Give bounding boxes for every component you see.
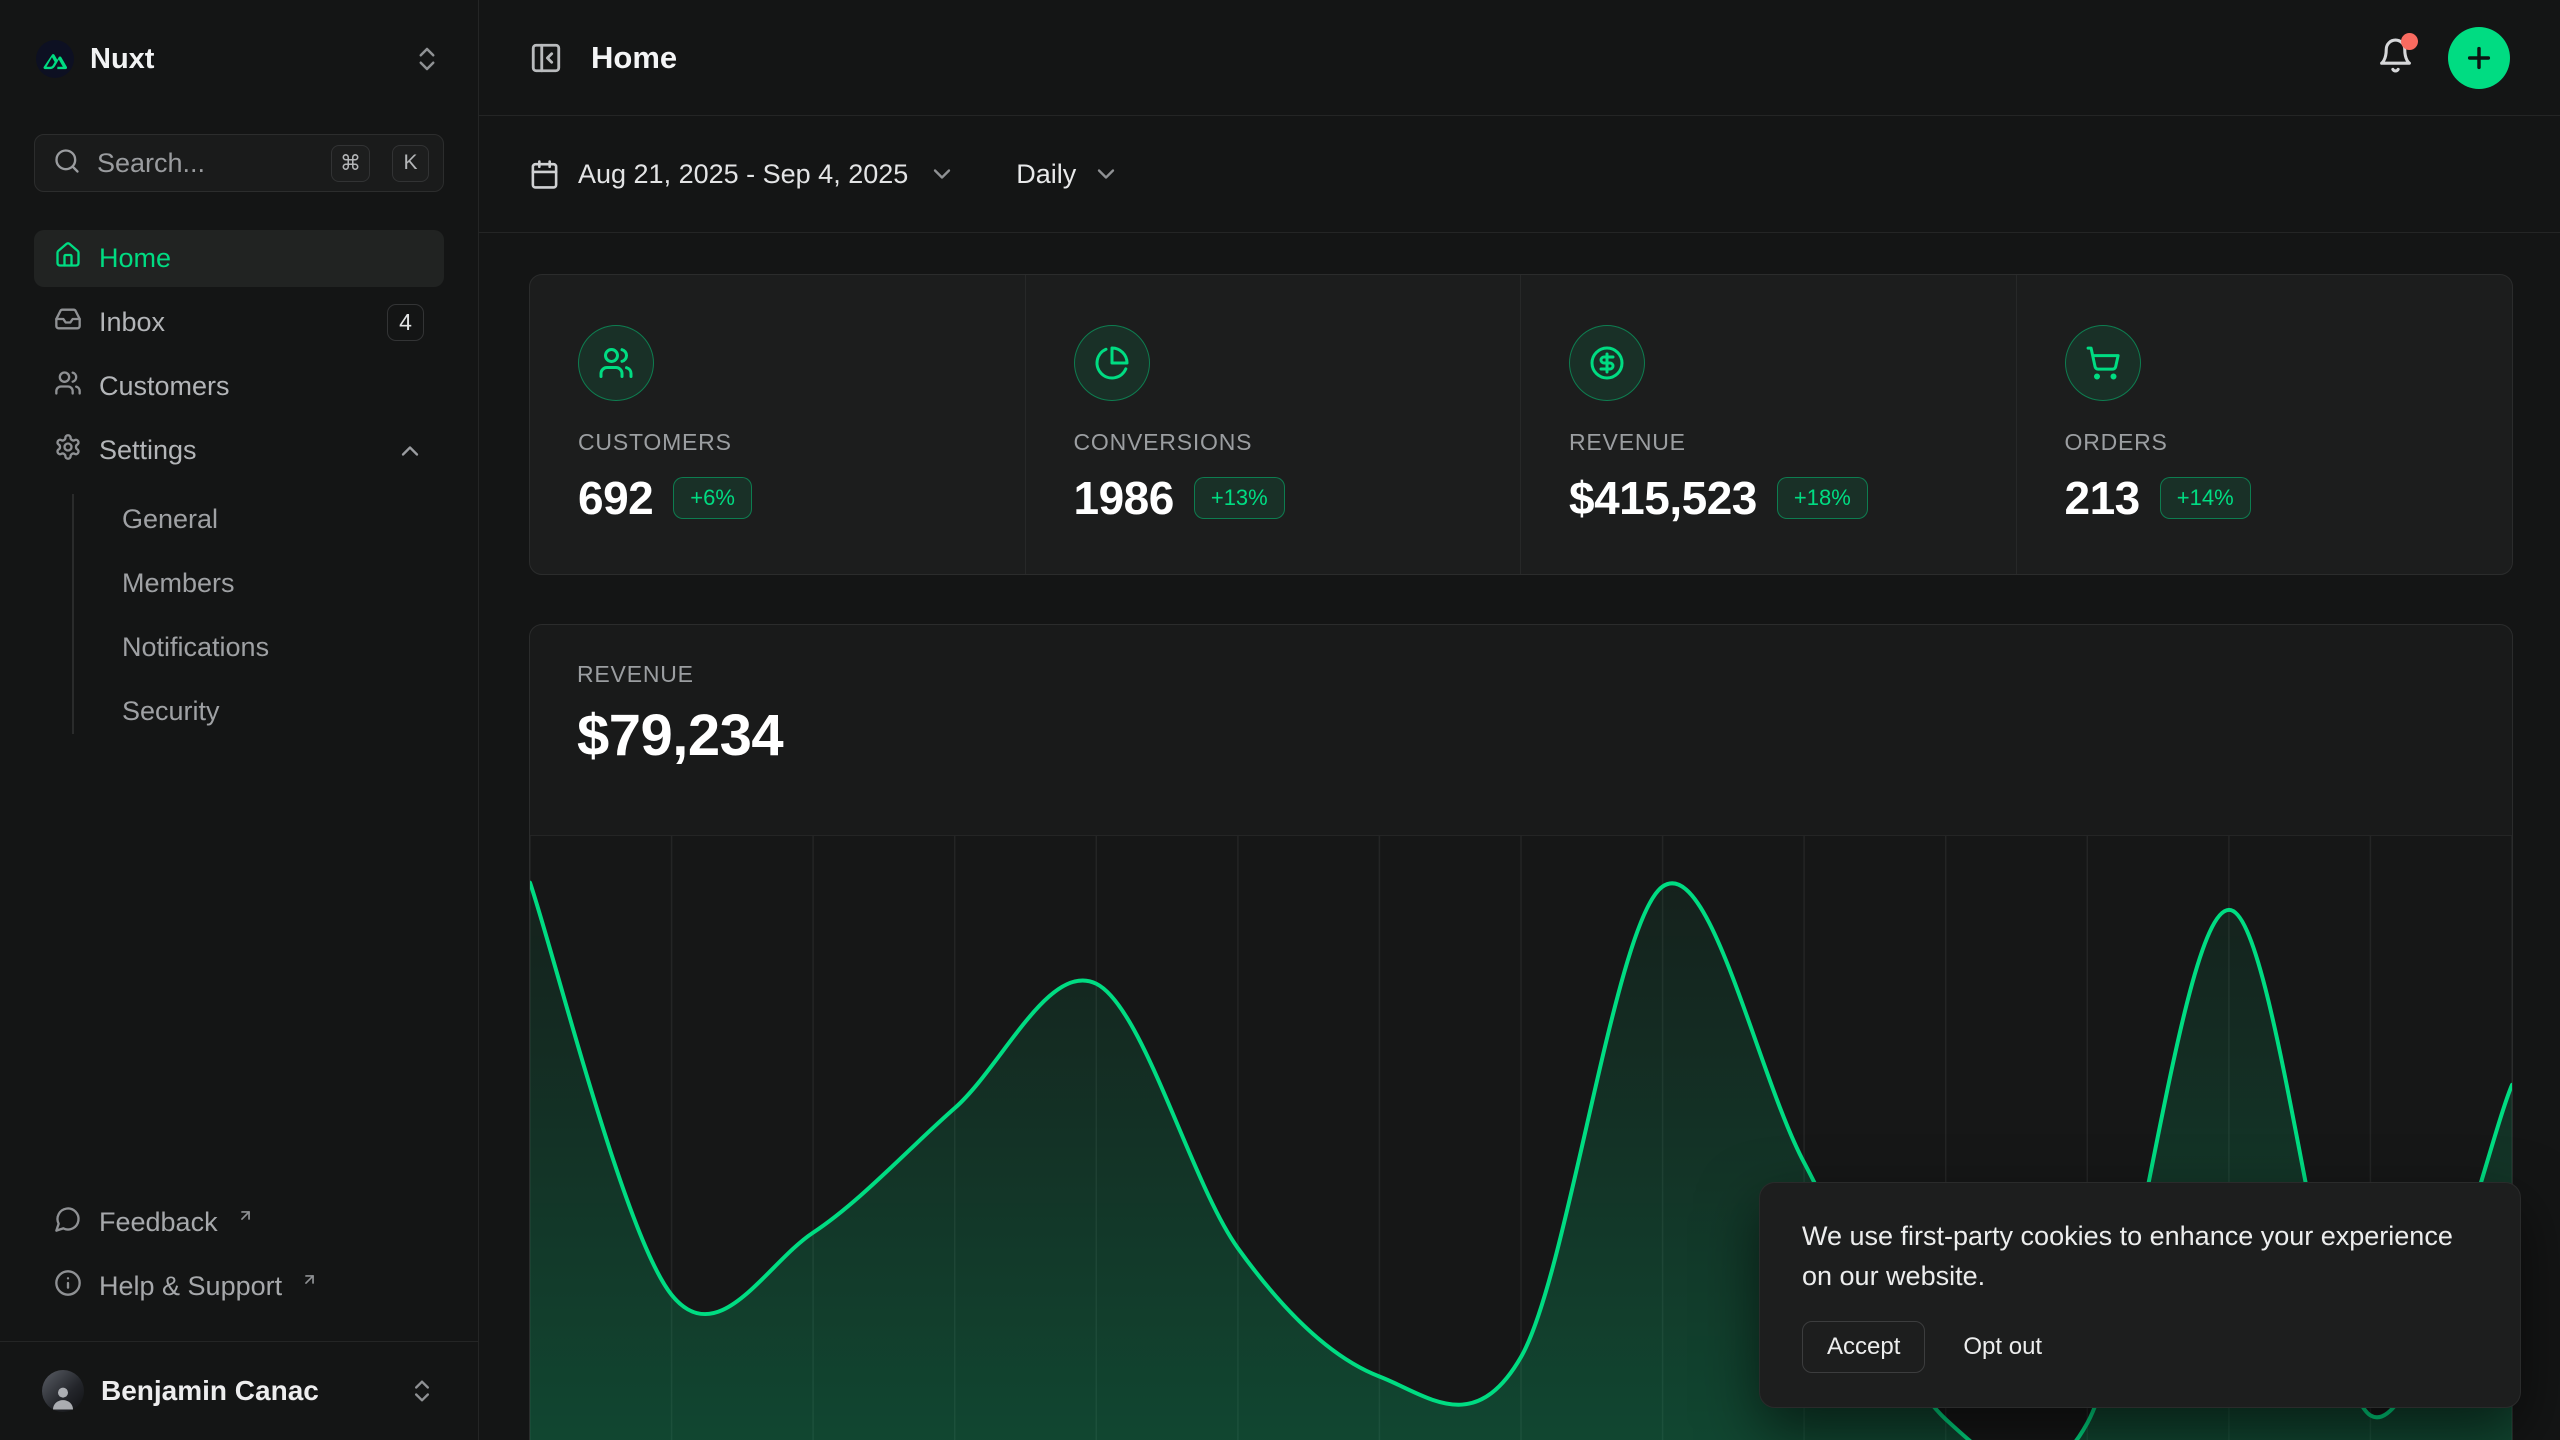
search-box[interactable]: ⌘ K xyxy=(34,134,444,192)
chevron-down-icon xyxy=(1092,160,1120,188)
chevron-up-icon xyxy=(396,437,424,465)
users-icon xyxy=(54,369,82,404)
sidebar-top: Nuxt ⌘ K Home Inbo xyxy=(0,0,478,740)
stat-delta-badge: +14% xyxy=(2160,477,2251,519)
sidebar-item-home[interactable]: Home xyxy=(34,230,444,287)
gear-icon xyxy=(54,433,82,468)
chevrons-up-down-icon xyxy=(412,44,442,74)
sidebar: Nuxt ⌘ K Home Inbo xyxy=(0,0,479,1440)
plus-icon xyxy=(2463,42,2495,74)
external-link-icon xyxy=(237,1200,254,1231)
stats-card-row: CUSTOMERS 692 +6% CONVERSIONS 1986 +13% xyxy=(529,274,2513,575)
help-support-link[interactable]: Help & Support xyxy=(34,1257,444,1315)
kbd-cmd: ⌘ xyxy=(331,145,370,182)
cookie-accept-button[interactable]: Accept xyxy=(1802,1321,1925,1373)
cookie-banner: We use first-party cookies to enhance yo… xyxy=(1759,1182,2521,1408)
app-root: Nuxt ⌘ K Home Inbo xyxy=(0,0,2560,1440)
cookie-optout-button[interactable]: Opt out xyxy=(1939,1322,2066,1372)
sidebar-item-notifications[interactable]: Notifications xyxy=(106,618,444,676)
notification-dot xyxy=(2401,33,2418,50)
sidebar-item-members[interactable]: Members xyxy=(106,554,444,612)
users-icon xyxy=(578,325,654,401)
sidebar-item-label: Home xyxy=(99,243,424,274)
stat-delta-badge: +18% xyxy=(1777,477,1868,519)
cart-icon xyxy=(2065,325,2141,401)
avatar xyxy=(42,1370,84,1412)
stat-delta-badge: +6% xyxy=(673,477,752,519)
stat-revenue[interactable]: REVENUE $415,523 +18% xyxy=(1521,275,2017,574)
calendar-icon xyxy=(529,159,560,190)
notifications-button[interactable] xyxy=(2377,37,2414,79)
cookie-message: We use first-party cookies to enhance yo… xyxy=(1802,1217,2478,1297)
period-selector[interactable]: Daily xyxy=(1016,159,1120,190)
stat-label: CUSTOMERS xyxy=(578,429,977,456)
chevron-down-icon xyxy=(928,160,956,188)
stat-conversions[interactable]: CONVERSIONS 1986 +13% xyxy=(1026,275,1522,574)
stat-value: $415,523 xyxy=(1569,471,1757,525)
user-name: Benjamin Canac xyxy=(101,1375,391,1407)
workspace-selector[interactable]: Nuxt xyxy=(34,36,444,82)
period-value: Daily xyxy=(1016,159,1076,190)
inbox-count-badge: 4 xyxy=(387,304,424,341)
sidebar-item-customers[interactable]: Customers xyxy=(34,358,444,415)
stat-value: 692 xyxy=(578,471,653,525)
workspace-name: Nuxt xyxy=(90,43,396,76)
sidebar-item-inbox[interactable]: Inbox 4 xyxy=(34,294,444,351)
date-range-value: Aug 21, 2025 - Sep 4, 2025 xyxy=(578,159,908,190)
external-link-icon xyxy=(301,1264,318,1295)
search-input[interactable] xyxy=(97,148,315,179)
dollar-circle-icon xyxy=(1569,325,1645,401)
user-menu[interactable]: Benjamin Canac xyxy=(34,1364,444,1418)
add-button[interactable] xyxy=(2448,27,2510,89)
chevrons-up-down-icon xyxy=(408,1377,436,1405)
sidebar-item-settings[interactable]: Settings xyxy=(34,422,444,479)
revenue-value: $79,234 xyxy=(577,702,2465,769)
page-title: Home xyxy=(591,40,2377,76)
cookie-actions: Accept Opt out xyxy=(1802,1321,2478,1373)
user-section: Benjamin Canac xyxy=(0,1341,478,1440)
kbd-k: K xyxy=(392,145,429,182)
date-range-picker[interactable]: Aug 21, 2025 - Sep 4, 2025 xyxy=(529,159,956,190)
inbox-icon xyxy=(54,305,82,340)
sidebar-footer-links: Feedback Help & Support xyxy=(0,1193,478,1341)
feedback-label: Feedback xyxy=(99,1207,218,1238)
sidebar-item-security[interactable]: Security xyxy=(106,682,444,740)
sidebar-item-label: Settings xyxy=(99,435,379,466)
sidebar-spacer xyxy=(0,740,478,1193)
stat-customers[interactable]: CUSTOMERS 692 +6% xyxy=(530,275,1026,574)
stat-label: REVENUE xyxy=(1569,429,1968,456)
home-icon xyxy=(54,241,82,276)
stat-label: CONVERSIONS xyxy=(1074,429,1473,456)
feedback-link[interactable]: Feedback xyxy=(34,1193,444,1251)
filters-toolbar: Aug 21, 2025 - Sep 4, 2025 Daily xyxy=(479,116,2560,233)
sidebar-item-general[interactable]: General xyxy=(106,490,444,548)
header-actions xyxy=(2377,27,2510,89)
stat-orders[interactable]: ORDERS 213 +14% xyxy=(2017,275,2513,574)
sidebar-item-label: Inbox xyxy=(99,307,370,338)
stat-value: 213 xyxy=(2065,471,2140,525)
info-circle-icon xyxy=(54,1269,82,1304)
revenue-panel-header: REVENUE $79,234 xyxy=(530,625,2512,835)
nuxt-logo-icon xyxy=(36,40,74,78)
settings-subnav: General Members Notifications Security xyxy=(34,490,444,740)
stat-value: 1986 xyxy=(1074,471,1174,525)
page-header: Home xyxy=(479,0,2560,116)
sidebar-item-label: Customers xyxy=(99,371,424,402)
revenue-label: REVENUE xyxy=(577,661,2465,688)
help-support-label: Help & Support xyxy=(99,1271,282,1302)
pie-chart-icon xyxy=(1074,325,1150,401)
sidebar-collapse-icon[interactable] xyxy=(529,41,563,75)
sidebar-nav: Home Inbox 4 Customers Settings Ge xyxy=(34,230,444,740)
stat-label: ORDERS xyxy=(2065,429,2465,456)
chat-bubble-icon xyxy=(54,1205,82,1240)
search-icon xyxy=(53,147,81,180)
stat-delta-badge: +13% xyxy=(1194,477,1285,519)
